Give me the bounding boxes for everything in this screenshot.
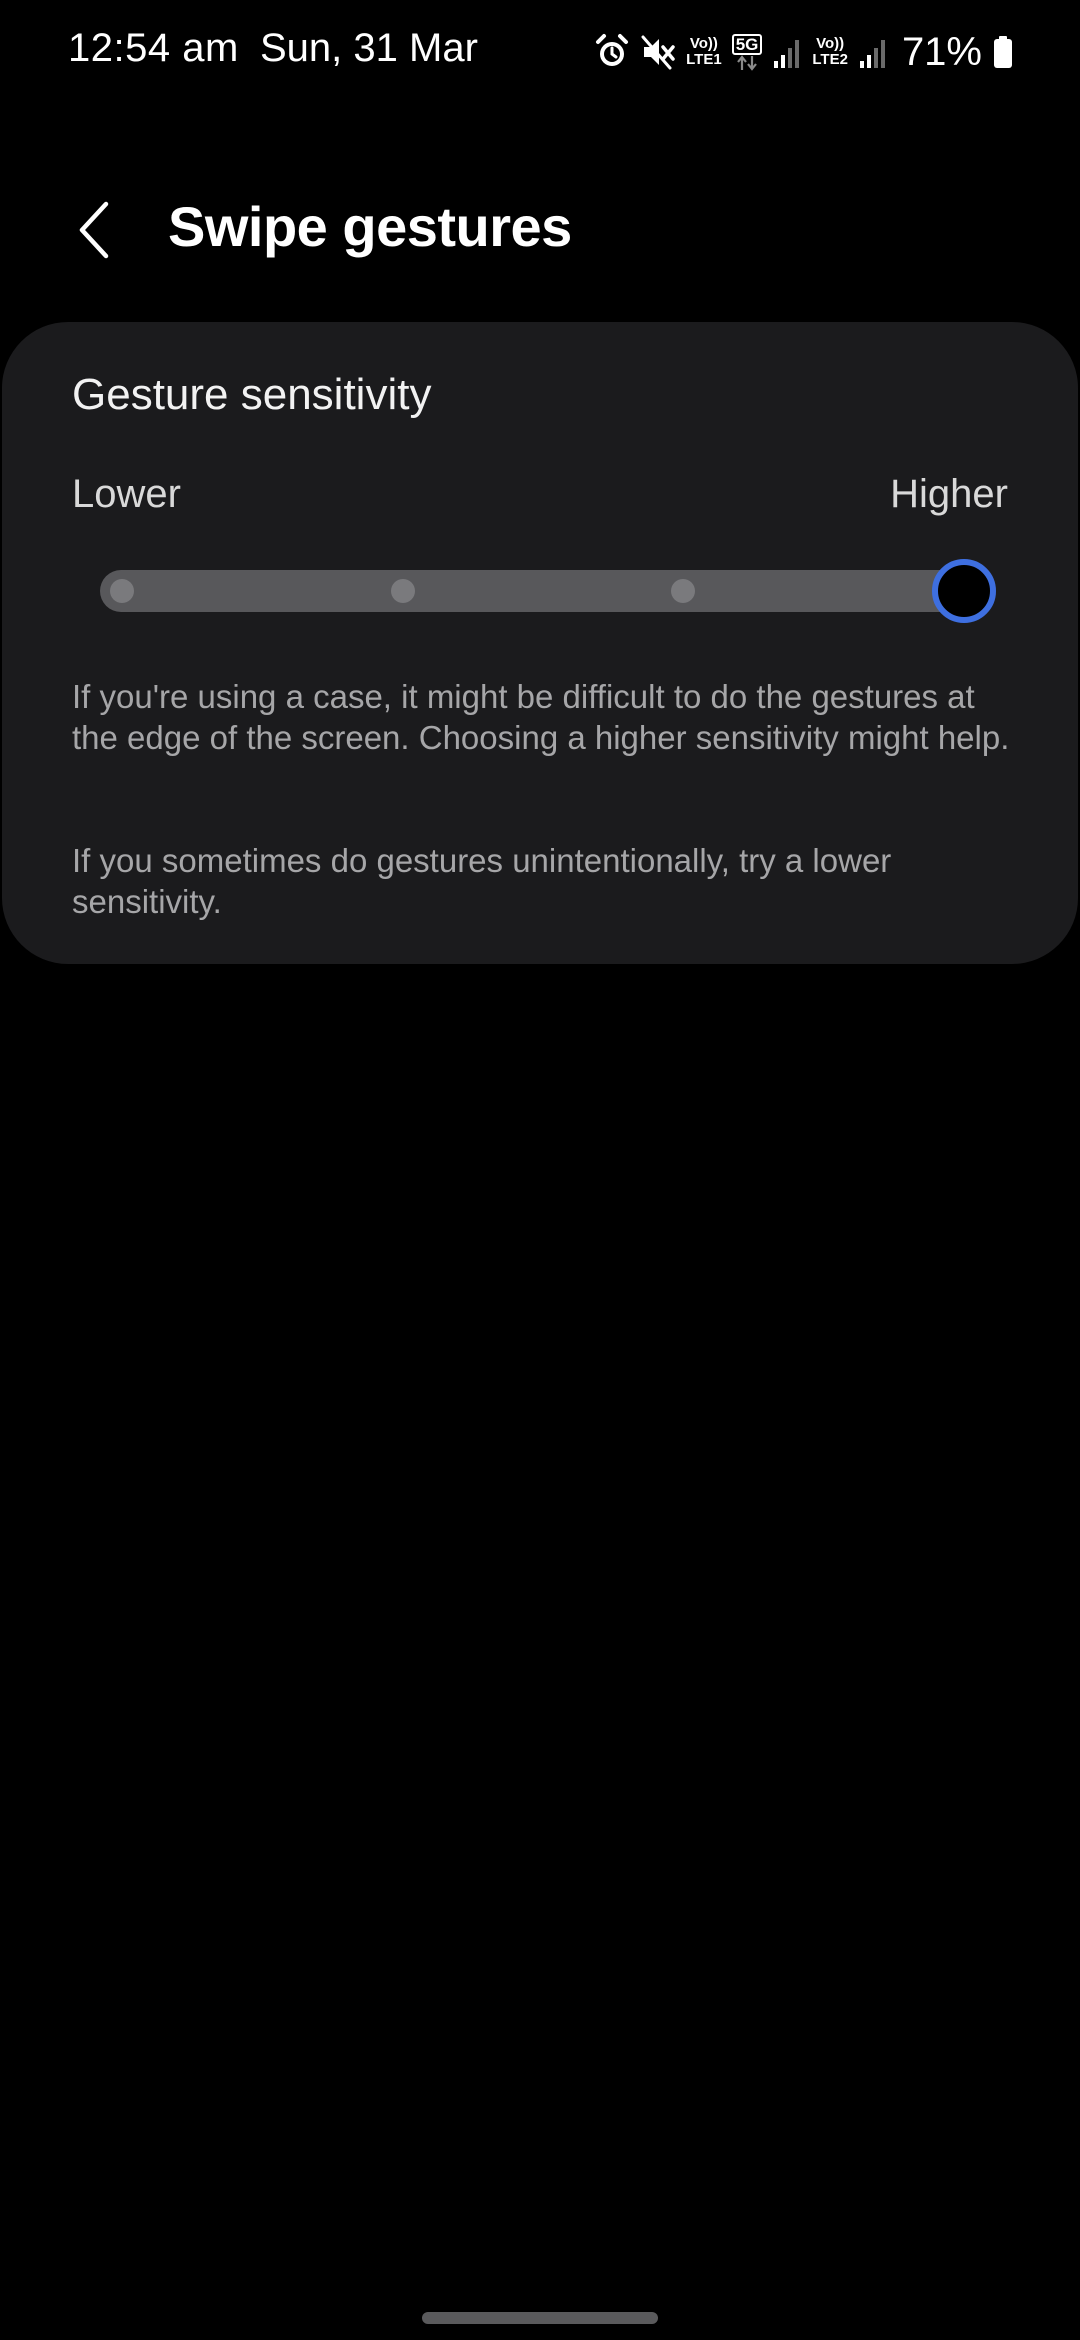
status-bar: 12:54 am Sun, 31 Mar Vo)) LTE1 5G Vo)) L…: [0, 0, 1080, 104]
app-bar: Swipe gestures: [0, 170, 1080, 290]
sensitivity-slider[interactable]: [100, 559, 998, 623]
signal-icon: [774, 40, 800, 68]
sim2-network-label: Vo)) LTE2: [812, 36, 848, 68]
chevron-left-icon: [79, 201, 109, 259]
sim1-volte-label: Vo)): [689, 35, 718, 52]
data-arrows-icon: [737, 54, 757, 71]
signal-icon: [859, 40, 885, 68]
slider-thumb[interactable]: [932, 559, 996, 623]
status-icons: Vo)) LTE1 5G Vo)) LTE2 71%: [594, 26, 1014, 78]
slider-step-dot[interactable]: [110, 579, 134, 603]
mute-icon: [641, 35, 675, 70]
battery-percent: 71%: [901, 29, 982, 74]
sensitivity-description-case: If you're using a case, it might be diff…: [72, 678, 1010, 756]
home-indicator[interactable]: [422, 2312, 658, 2324]
slider-min-label: Lower: [72, 472, 181, 516]
sim1-lte-label: LTE1: [686, 51, 722, 68]
slider-track[interactable]: [100, 570, 992, 612]
back-button[interactable]: [56, 192, 132, 268]
gesture-sensitivity-card: Gesture sensitivity Lower Higher If you'…: [2, 322, 1078, 964]
gesture-sensitivity-title: Gesture sensitivity: [72, 370, 432, 419]
network-type-label: 5G: [731, 33, 763, 71]
slider-step-dot[interactable]: [390, 579, 415, 603]
status-date: Sun, 31 Mar: [260, 26, 478, 70]
status-time: 12:54 am: [68, 26, 239, 70]
slider-max-label: Higher: [890, 472, 1008, 516]
sensitivity-description-unintentional: If you sometimes do gestures unintention…: [72, 842, 892, 920]
page-title: Swipe gestures: [168, 195, 572, 258]
sim1-network-label: Vo)) LTE1: [686, 36, 722, 68]
sim2-volte-label: Vo)): [816, 35, 845, 52]
sim2-lte-label: LTE2: [812, 51, 848, 68]
alarm-icon: [596, 34, 629, 66]
network-type-text: 5G: [731, 33, 763, 55]
battery-icon: [994, 36, 1012, 68]
